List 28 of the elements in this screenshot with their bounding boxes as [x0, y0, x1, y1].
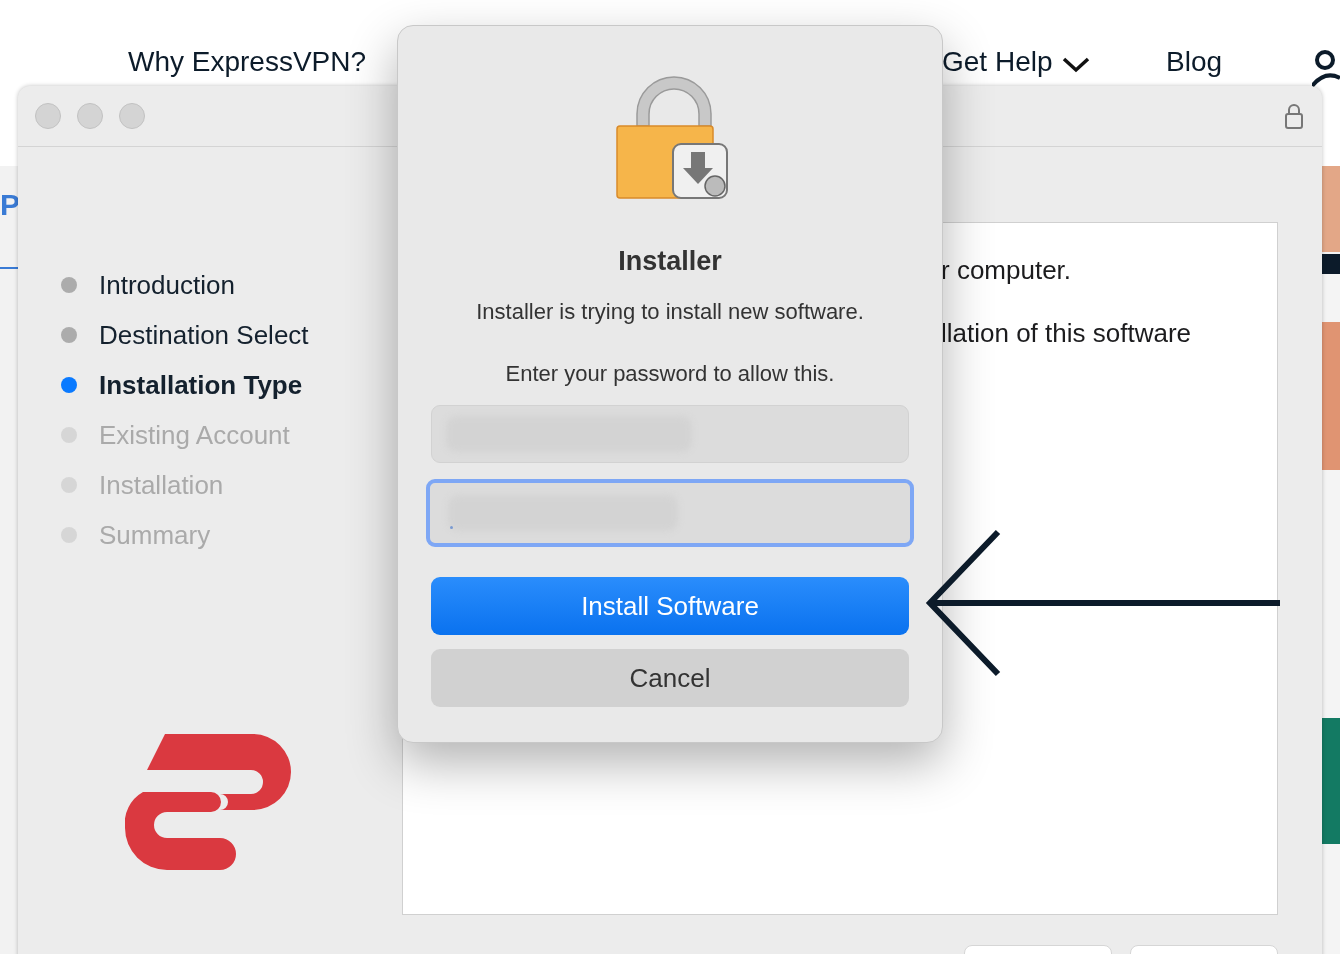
nav-link[interactable]: Why ExpressVPN?: [128, 46, 367, 78]
page-heading-fragment: P: [0, 188, 20, 222]
dialog-message: Installer is trying to install new software.: [476, 299, 864, 325]
logo-icon: [125, 734, 291, 870]
page-button[interactable]: [1322, 718, 1340, 844]
chevron-down-icon[interactable]: [1060, 55, 1091, 75]
dialog-prompt: Enter your password to allow this.: [505, 361, 835, 387]
install-button[interactable]: Install Software: [431, 577, 909, 635]
dialog-title: Installer: [618, 246, 722, 277]
step-label: Installation: [99, 469, 224, 501]
password-field[interactable]: [426, 479, 914, 547]
step-label: Installation Type: [99, 369, 303, 401]
window-control[interactable]: [119, 103, 145, 129]
page-bar: [1322, 254, 1340, 274]
window-control[interactable]: [35, 103, 61, 129]
body-text: llation of this software: [941, 318, 1192, 349]
nav-link[interactable]: Get Help: [942, 46, 1053, 78]
body-text: r computer.: [941, 255, 1073, 286]
cancel-button[interactable]: Cancel: [431, 649, 909, 707]
step-label: Destination Select: [99, 319, 309, 351]
lock-icon: [615, 74, 731, 202]
user-icon[interactable]: [1312, 48, 1340, 88]
window-control[interactable]: [77, 103, 103, 129]
lock-icon[interactable]: [1285, 103, 1303, 129]
nav-link[interactable]: Blog: [1166, 46, 1223, 78]
step-label: Existing Account: [99, 419, 290, 451]
step-label: Introduction: [99, 269, 235, 301]
step-label: Summary: [99, 519, 211, 551]
